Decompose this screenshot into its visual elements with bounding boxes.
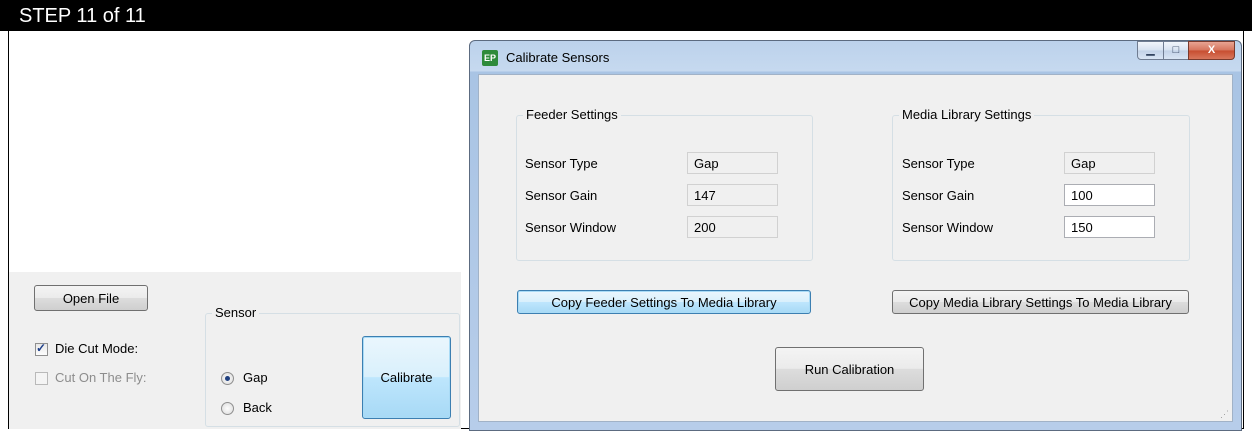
checkmark-icon: ✓ <box>36 341 47 355</box>
media-library-settings-title: Media Library Settings <box>899 107 1035 122</box>
feeder-settings-title: Feeder Settings <box>523 107 621 122</box>
media-sensor-gain-input[interactable] <box>1064 184 1155 206</box>
feeder-sensor-gain-field <box>687 184 778 206</box>
die-cut-mode-label: Die Cut Mode: <box>55 341 139 356</box>
copy-feeder-settings-button[interactable]: Copy Feeder Settings To Media Library <box>517 290 811 314</box>
step-banner: STEP 11 of 11 <box>0 0 1252 31</box>
sensor-gap-label: Gap <box>243 370 268 385</box>
die-cut-mode-checkbox[interactable]: ✓ <box>35 341 48 356</box>
media-sensor-type-label: Sensor Type <box>902 156 975 171</box>
feeder-sensor-type-field <box>687 152 778 174</box>
media-sensor-gain-label: Sensor Gain <box>902 188 975 203</box>
background-app-panel: Open File ✓ Die Cut Mode: Cut On The Fly… <box>9 272 461 429</box>
media-sensor-window-input[interactable] <box>1064 216 1155 238</box>
feeder-sensor-window-field <box>687 216 778 238</box>
sensor-gap-radio[interactable] <box>221 372 234 385</box>
media-sensor-type-field <box>1064 152 1155 174</box>
resize-grip-icon[interactable]: ⋰ <box>1220 409 1230 419</box>
calibrate-sensors-dialog: EP Calibrate Sensors ▁ □ X Feeder Settin… <box>469 40 1242 431</box>
dialog-client-area: Feeder Settings Sensor Type Sensor Gain … <box>478 74 1233 422</box>
sensor-back-label: Back <box>243 400 272 415</box>
feeder-sensor-gain-label: Sensor Gain <box>525 188 598 203</box>
close-icon[interactable]: X <box>1188 41 1235 60</box>
dialog-title: Calibrate Sensors <box>506 50 610 65</box>
app-icon: EP <box>482 50 498 66</box>
sensor-back-radio[interactable] <box>221 402 234 415</box>
maximize-icon[interactable]: □ <box>1163 41 1189 60</box>
calibrate-button[interactable]: Calibrate <box>362 336 451 419</box>
step-banner-text: STEP 11 of 11 <box>19 5 146 27</box>
cut-on-the-fly-label: Cut On The Fly: <box>55 370 147 385</box>
copy-media-library-settings-button[interactable]: Copy Media Library Settings To Media Lib… <box>892 290 1189 314</box>
feeder-sensor-window-label: Sensor Window <box>525 220 617 235</box>
feeder-sensor-type-label: Sensor Type <box>525 156 598 171</box>
dialog-titlebar[interactable]: EP Calibrate Sensors ▁ □ X <box>470 41 1241 74</box>
cut-on-the-fly-checkbox[interactable] <box>35 372 48 385</box>
open-file-button[interactable]: Open File <box>34 285 148 311</box>
minimize-icon[interactable]: ▁ <box>1137 41 1164 60</box>
media-sensor-window-label: Sensor Window <box>902 220 994 235</box>
sensor-group-title: Sensor <box>212 305 260 320</box>
radio-selected-dot-icon <box>225 376 230 381</box>
run-calibration-button[interactable]: Run Calibration <box>775 347 924 391</box>
